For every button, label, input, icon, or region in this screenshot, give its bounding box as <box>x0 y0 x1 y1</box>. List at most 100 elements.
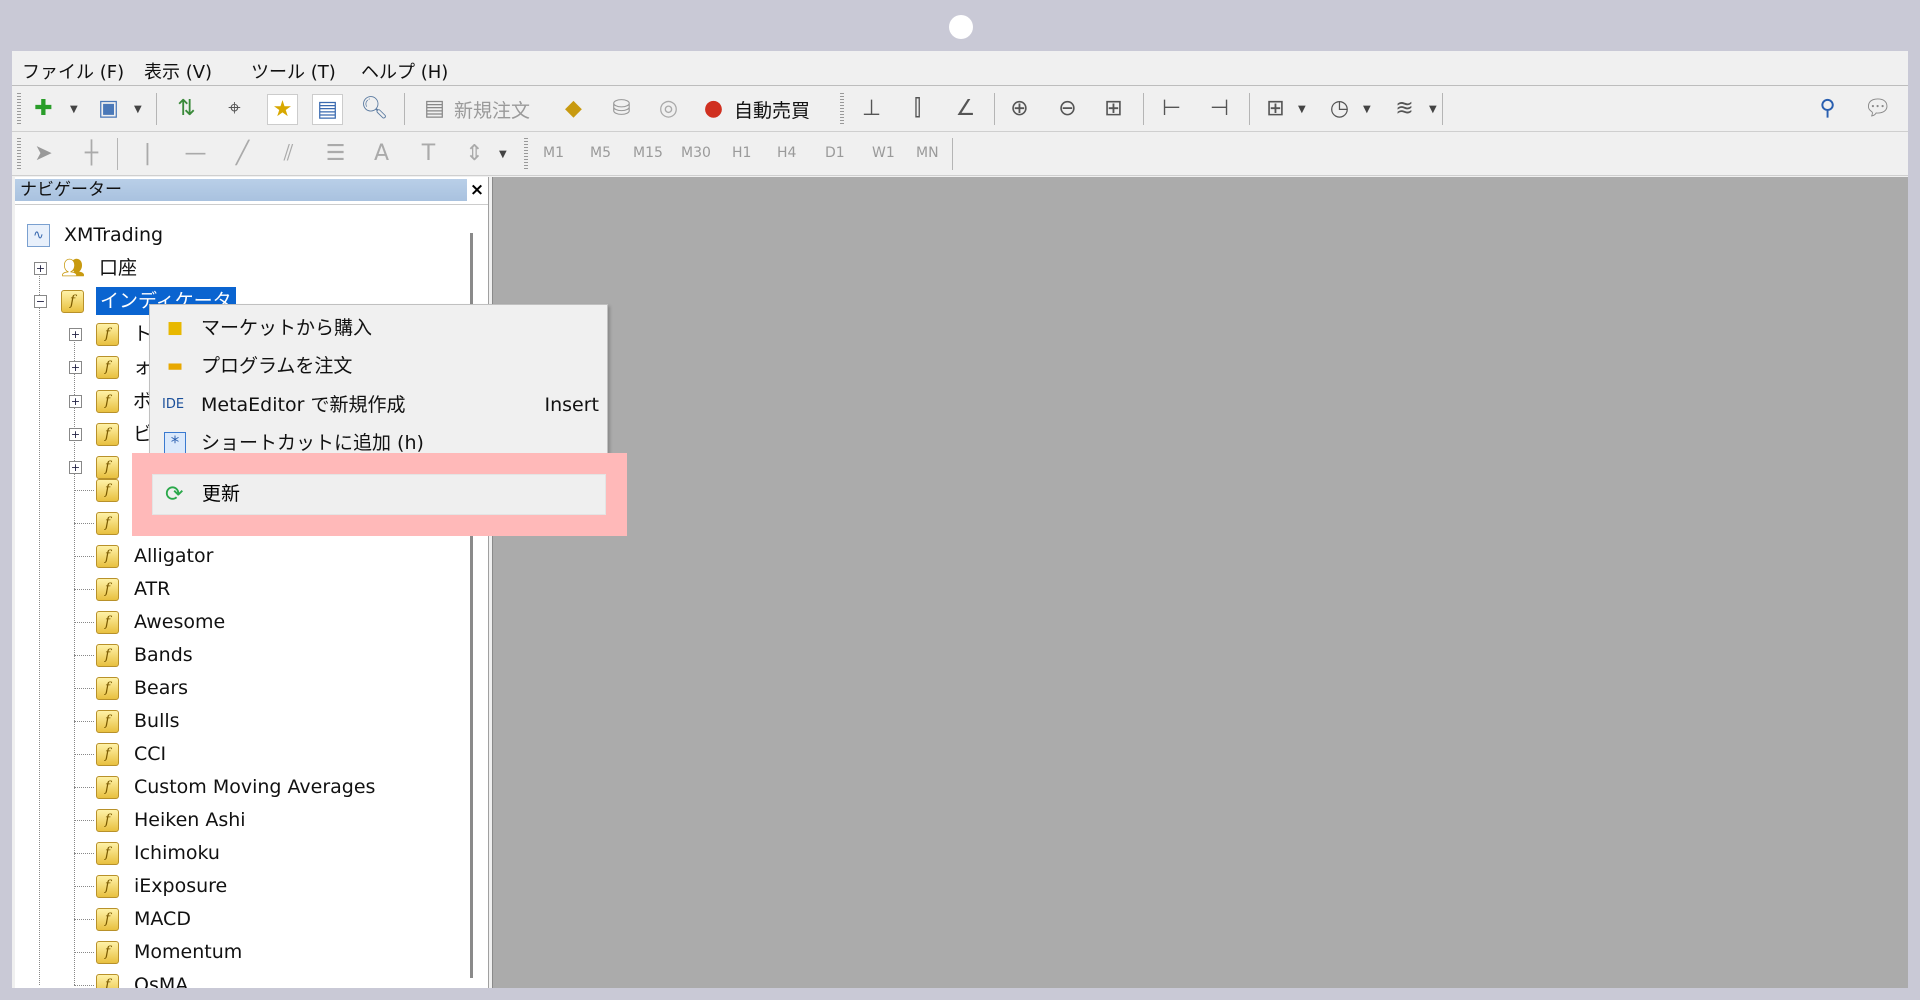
close-icon[interactable]: × <box>467 179 487 201</box>
tree-line <box>74 853 94 854</box>
periods-icon[interactable]: ◷ <box>1325 94 1354 123</box>
toolbar-grip[interactable] <box>840 93 844 125</box>
tree-accounts[interactable]: + 👥︎ 口座 <box>27 254 387 282</box>
menu-view[interactable]: 表示 (V) <box>144 58 212 84</box>
expand-icon[interactable]: + <box>69 427 82 441</box>
indicator-label: Bands <box>134 644 193 666</box>
auto-trading-button[interactable]: 自動売買 <box>734 96 810 123</box>
metaeditor-icon[interactable]: ◆ <box>559 94 588 123</box>
separator <box>1143 93 1144 125</box>
horizontal-line-icon[interactable]: — <box>181 139 210 168</box>
equidistant-channel-icon[interactable]: ⫽ <box>274 139 303 168</box>
navigator-icon[interactable]: ★ <box>267 94 298 125</box>
separator <box>117 138 118 170</box>
crosshair-icon[interactable]: ┼ <box>77 139 106 168</box>
menu-item-metaeditor-new[interactable]: IDE MetaEditor で新規作成 Insert <box>150 388 607 422</box>
menu-item-buy-from-market[interactable]: ■ マーケットから購入 <box>150 311 607 345</box>
tree-line <box>74 919 94 920</box>
menu-tools[interactable]: ツール (T) <box>251 58 336 84</box>
timeframe-mn[interactable]: MN <box>916 145 939 161</box>
navigator-panel: ナビゲーター × ∿ XMTrading + 👥︎ 口座 − f インディケータ <box>15 177 489 988</box>
accounts-icon: 👥︎ <box>61 257 86 279</box>
indicators-icon[interactable]: ⊞ <box>1261 94 1290 123</box>
expand-icon[interactable]: + <box>69 394 82 408</box>
chat-icon[interactable]: 💬︎ <box>1863 94 1892 123</box>
chevron-down-icon[interactable]: ▼ <box>1429 104 1437 115</box>
chevron-down-icon[interactable]: ▼ <box>134 104 142 115</box>
trendline-icon[interactable]: ╱ <box>228 139 257 168</box>
indicator-icon: f <box>96 545 119 568</box>
vertical-line-icon[interactable]: | <box>133 139 162 168</box>
tree-line <box>74 820 94 821</box>
vps-icon[interactable]: ◎ <box>654 94 683 123</box>
chart-shift-icon[interactable]: ⊢ <box>1157 94 1186 123</box>
text-label-icon[interactable]: T <box>414 139 443 168</box>
tile-windows-icon[interactable]: ⊞ <box>1099 94 1128 123</box>
zoom-out-icon[interactable]: ⊖ <box>1053 94 1082 123</box>
chevron-down-icon[interactable]: ▼ <box>1363 104 1371 115</box>
collapse-icon[interactable]: − <box>34 295 47 308</box>
indicator-icon: f <box>96 479 119 502</box>
arrows-icon[interactable]: ⇕ <box>460 139 489 168</box>
search-icon[interactable]: ⚲ <box>1813 94 1842 123</box>
tree-line <box>74 787 94 788</box>
tree-line <box>39 265 40 985</box>
indicator-folder-icon: f <box>96 456 119 480</box>
separator <box>952 138 953 170</box>
templates-icon[interactable]: ≋ <box>1390 94 1419 123</box>
expand-icon[interactable]: + <box>69 361 82 375</box>
strategy-tester-icon[interactable]: 🔍︎ <box>360 94 389 123</box>
new-chart-icon[interactable]: ✚ <box>29 94 58 123</box>
accounts-label: 口座 <box>99 257 138 279</box>
timeframe-h1[interactable]: H1 <box>732 145 751 161</box>
timeframe-h4[interactable]: H4 <box>777 145 796 161</box>
chevron-down-icon[interactable]: ▼ <box>70 104 78 115</box>
timeframe-m1[interactable]: M1 <box>543 145 564 161</box>
indicator-icon: f <box>96 974 119 988</box>
chevron-down-icon[interactable]: ▼ <box>499 149 507 160</box>
data-window-icon[interactable]: ⌖ <box>220 94 249 123</box>
bar-chart-icon[interactable]: ⊥ <box>857 94 886 123</box>
zoom-in-icon[interactable]: ⊕ <box>1005 94 1034 123</box>
timeframe-m5[interactable]: M5 <box>590 145 611 161</box>
line-chart-icon[interactable]: ∠ <box>951 94 980 123</box>
chevron-down-icon[interactable]: ▼ <box>1298 104 1306 115</box>
menu-file[interactable]: ファイル (F) <box>22 58 124 84</box>
timeframe-m30[interactable]: M30 <box>681 145 711 161</box>
toolbar-grip[interactable] <box>524 138 528 170</box>
market-watch-icon[interactable]: ⇅ <box>172 94 201 123</box>
terminal-icon[interactable]: ▤ <box>312 94 343 125</box>
menu-item-refresh[interactable]: ⟳ 更新 <box>152 474 606 515</box>
timeframe-m15[interactable]: M15 <box>633 145 663 161</box>
chart-workspace <box>492 177 1908 988</box>
new-order-icon[interactable]: ▤ <box>420 94 449 123</box>
menu-help[interactable]: ヘルプ (H) <box>361 58 448 84</box>
indicator-label: Momentum <box>134 941 243 963</box>
indicator-icon: f <box>96 644 119 667</box>
toolbar-grip[interactable] <box>17 138 21 170</box>
timeframe-w1[interactable]: W1 <box>872 145 895 161</box>
menu-item-order-program[interactable]: ▬ プログラムを注文 <box>150 349 607 383</box>
toolbar-grip[interactable] <box>17 93 21 125</box>
expand-icon[interactable]: + <box>69 328 82 341</box>
text-icon[interactable]: A <box>367 139 396 168</box>
mt4-window: ファイル (F) 表示 (V) ツール (T) ヘルプ (H) ✚ ▼ ▣ ▼ … <box>12 51 1908 988</box>
auto-scroll-icon[interactable]: ⊣ <box>1205 94 1234 123</box>
fibonacci-icon[interactable]: ☰ <box>321 139 350 168</box>
indicator-icon: f <box>96 875 119 898</box>
refresh-label: 更新 <box>202 483 241 505</box>
candlestick-icon[interactable]: ⫿ <box>903 94 932 123</box>
new-order-button[interactable]: 新規注文 <box>454 96 530 123</box>
signals-icon[interactable]: ⛁ <box>607 94 636 123</box>
expand-icon[interactable]: + <box>34 262 47 275</box>
cursor-icon[interactable]: ➤ <box>29 139 58 168</box>
separator <box>1249 93 1250 125</box>
camera-dot <box>949 15 973 39</box>
profiles-icon[interactable]: ▣ <box>94 94 123 123</box>
expand-icon[interactable]: + <box>69 461 82 475</box>
auto-trading-icon[interactable]: ● <box>699 94 728 123</box>
timeframe-d1[interactable]: D1 <box>825 145 845 161</box>
asterisk-icon: * <box>164 432 186 454</box>
briefcase-icon: ▬ <box>166 356 184 376</box>
standard-toolbar: ✚ ▼ ▣ ▼ ⇅ ⌖ ★ ▤ 🔍︎ ▤ 新規注文 ◆ ⛁ ◎ ● 自動売買 ⊥… <box>12 85 1908 132</box>
